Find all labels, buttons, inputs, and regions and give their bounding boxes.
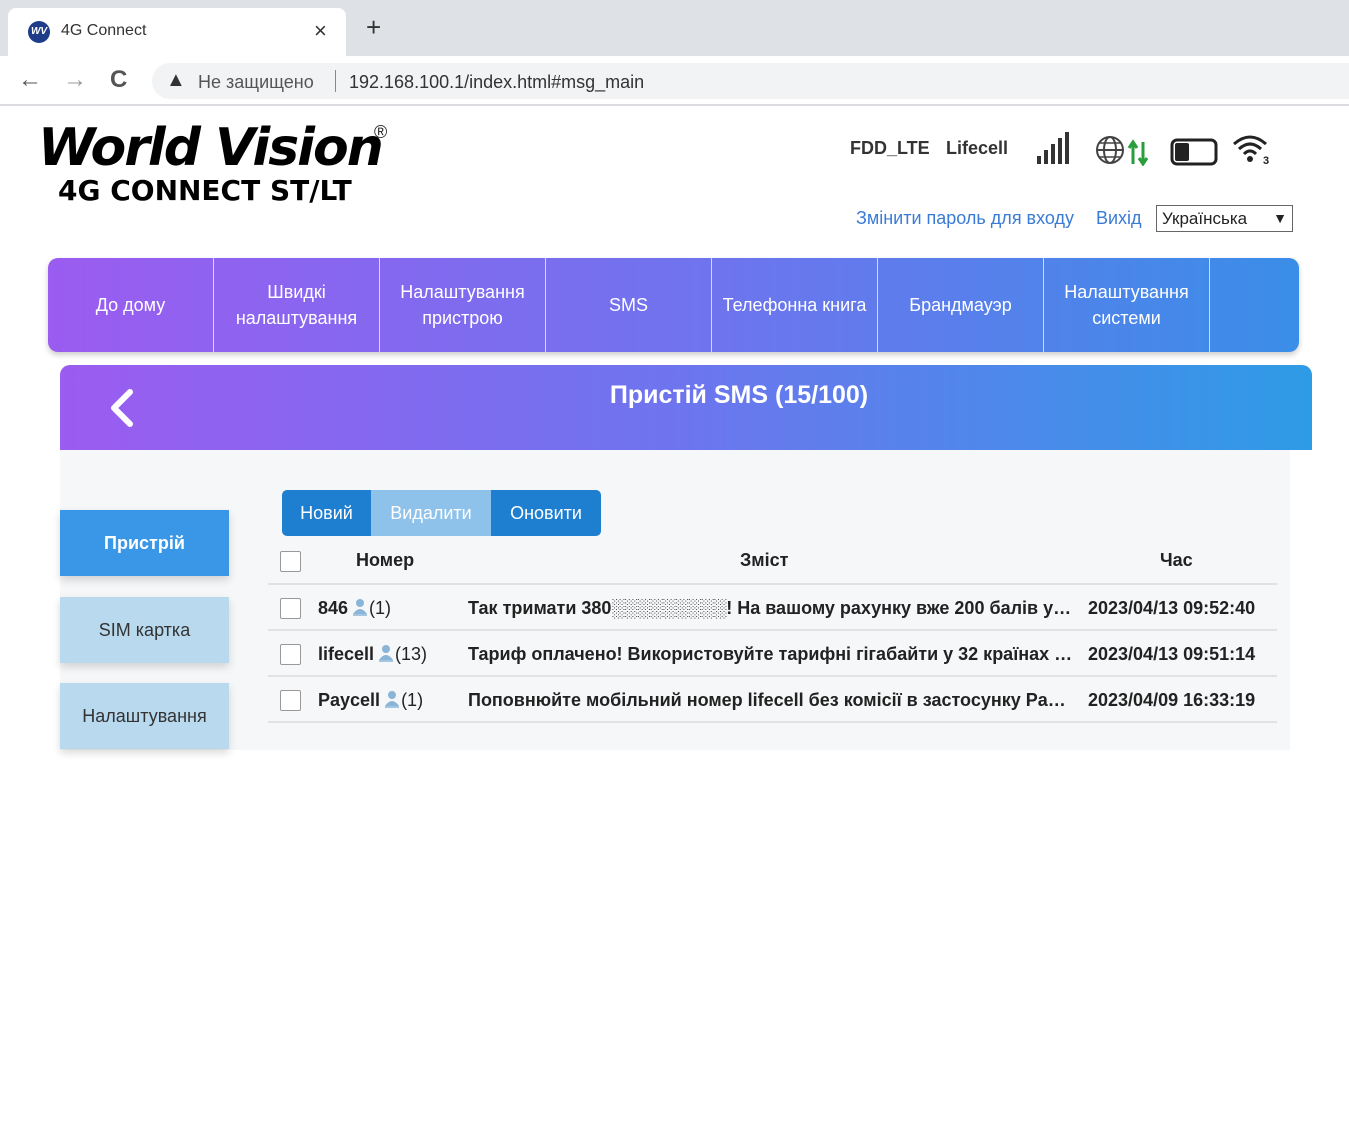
row-number-cell[interactable]: 846 (1)	[318, 598, 391, 619]
column-header-content: Зміст	[740, 550, 789, 570]
browser-tabbar: WV 4G Connect × +	[0, 0, 1349, 56]
nav-item-system-settings[interactable]: Налаштування системи	[1044, 258, 1210, 352]
table-row[interactable]: 846 (1) Так тримати 380░░░░░░░░░! На вашо…	[268, 585, 1277, 631]
reload-icon[interactable]: C	[110, 66, 127, 94]
row-checkbox[interactable]	[280, 598, 301, 619]
refresh-button[interactable]: Оновити	[491, 490, 601, 536]
language-selected-value: Українська	[1162, 209, 1248, 228]
message-count: (13)	[395, 644, 428, 664]
nav-item-firewall[interactable]: Брандмауэр	[878, 258, 1044, 352]
tab-title: 4G Connect	[61, 22, 147, 39]
sender-number: lifecell	[318, 644, 375, 664]
message-time: 2023/04/13 09:52:40	[1088, 598, 1256, 618]
nav-item-phonebook[interactable]: Телефонна книга	[712, 258, 878, 352]
message-content[interactable]: Так тримати 380░░░░░░░░░! На вашому раху…	[468, 598, 1074, 619]
sms-table: Номер Зміст Час 846 (1) Так тримати 380░░…	[268, 538, 1277, 723]
internet-globe-icon	[1096, 136, 1149, 166]
contact-person-icon	[379, 645, 394, 662]
side-item-device[interactable]: Пристрій	[60, 510, 229, 576]
side-item-settings[interactable]: Налаштування	[60, 683, 229, 749]
operator-label: Lifecell	[946, 138, 1009, 158]
column-header-number: Номер	[356, 550, 415, 570]
nav-item-home[interactable]: До дому	[48, 258, 214, 352]
new-button[interactable]: Новий	[282, 490, 371, 536]
nav-item-quick-settings[interactable]: Швидкі налаштування	[214, 258, 380, 352]
logo-title: World Vision	[38, 118, 384, 178]
svg-text:3: 3	[1263, 155, 1269, 166]
sender-number: Paycell	[318, 690, 381, 710]
sender-number: 846	[318, 598, 349, 618]
url-text[interactable]: 192.168.100.1/index.html#msg_main	[349, 72, 644, 93]
change-password-link[interactable]: Змінити пароль для входу	[856, 208, 1074, 229]
nav-item-device-settings[interactable]: Налаштування пристрою	[380, 258, 546, 352]
omnibox[interactable]: ▲ Не защищено 192.168.100.1/index.html#m…	[152, 63, 1349, 99]
logout-link[interactable]: Вихід	[1096, 208, 1142, 229]
column-header-time: Час	[1160, 550, 1193, 570]
logo-registered-mark: ®	[374, 122, 388, 142]
message-count: (1)	[369, 598, 392, 618]
row-number-cell[interactable]: Paycell (1)	[318, 690, 423, 711]
signal-strength-icon	[1037, 132, 1069, 164]
forward-arrow-icon[interactable]: →	[63, 66, 87, 94]
browser-addressbar: ← → C ▲ Не защищено 192.168.100.1/index.…	[0, 56, 1349, 106]
url-separator	[335, 70, 336, 92]
language-select[interactable]: Українська ▼	[1156, 205, 1293, 232]
logo-subtitle: 4G CONNECT ST/LT	[58, 174, 352, 207]
chevron-down-icon: ▼	[1273, 210, 1287, 226]
message-content[interactable]: Тариф оплачено! Використовуйте тарифні г…	[468, 644, 1074, 665]
message-time: 2023/04/09 16:33:19	[1088, 690, 1256, 710]
browser-tab[interactable]: WV 4G Connect ×	[8, 8, 346, 56]
row-number-cell[interactable]: lifecell (13)	[318, 644, 427, 665]
row-checkbox[interactable]	[280, 644, 301, 665]
page-title: Пристій SMS (15/100)	[609, 381, 869, 409]
contact-person-icon	[385, 691, 400, 708]
table-header-row: Номер Зміст Час	[268, 538, 1277, 585]
message-time: 2023/04/13 09:51:14	[1088, 644, 1256, 664]
not-secure-label[interactable]: Не защищено	[198, 72, 314, 93]
select-all-checkbox[interactable]	[280, 551, 301, 572]
tab-close-icon[interactable]: ×	[314, 18, 327, 44]
row-checkbox[interactable]	[280, 690, 301, 711]
main-nav: До дому Швидкі налаштування Налаштування…	[48, 258, 1299, 352]
delete-button[interactable]: Видалити	[371, 490, 491, 536]
site-favicon-icon: WV	[28, 21, 50, 43]
wifi-icon: 3	[1233, 135, 1269, 166]
back-arrow-icon[interactable]: ←	[18, 66, 42, 94]
side-item-sim[interactable]: SIM картка	[60, 597, 229, 663]
warning-triangle-icon[interactable]: ▲	[166, 69, 186, 92]
message-content[interactable]: Поповнюйте мобільний номер lifecell без …	[468, 690, 1074, 711]
brand-logo: World Vision ® 4G CONNECT ST/LT	[38, 118, 387, 207]
table-row[interactable]: lifecell (13) Тариф оплачено! Використову…	[268, 631, 1277, 677]
new-tab-icon[interactable]: +	[366, 14, 381, 40]
table-row[interactable]: Paycell (1) Поповнюйте мобільний номер li…	[268, 677, 1277, 723]
contact-person-icon	[353, 599, 368, 616]
nav-item-sms[interactable]: SMS	[546, 258, 712, 352]
message-count: (1)	[401, 690, 424, 710]
network-type-label: FDD_LTE	[850, 138, 930, 158]
battery-icon	[1170, 138, 1218, 166]
